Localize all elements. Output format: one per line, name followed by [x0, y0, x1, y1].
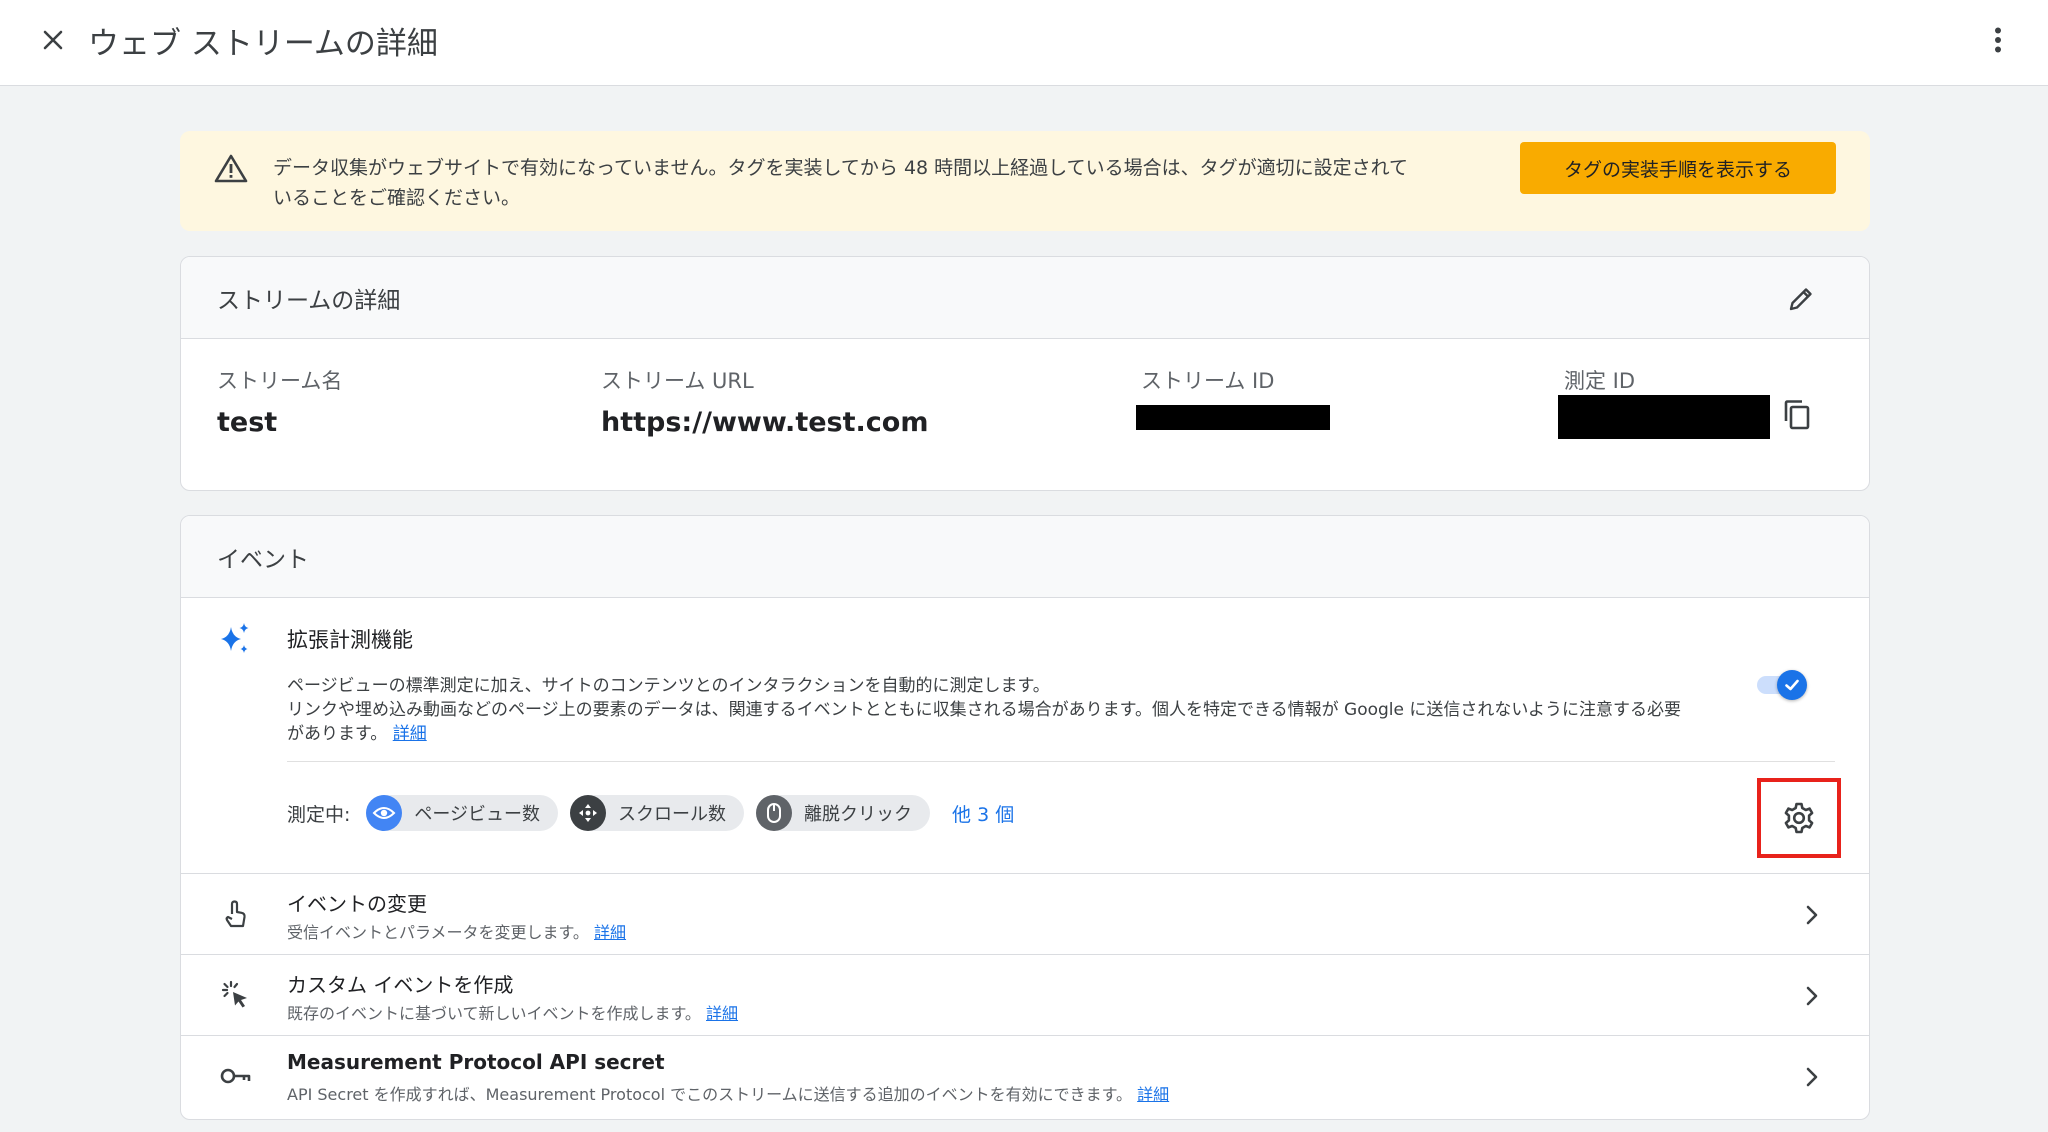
create-custom-event-subtitle: 既存のイベントに基づいて新しいイベントを作成します。 詳細 [287, 1000, 738, 1024]
stream-details-header: ストリームの詳細 [181, 257, 1869, 339]
enhanced-divider [287, 761, 1835, 762]
gear-icon [1784, 802, 1814, 834]
stream-name-value: test [217, 407, 278, 438]
click-cursor-icon [217, 977, 253, 1013]
modify-events-learn-more-link[interactable]: 詳細 [594, 923, 626, 942]
enhanced-measurement-title: 拡張計測機能 [287, 628, 413, 652]
check-icon [1785, 679, 1799, 691]
toggle-knob [1777, 670, 1807, 700]
measurement-protocol-learn-more-link[interactable]: 詳細 [1137, 1085, 1169, 1104]
events-header: イベント [181, 516, 1869, 598]
close-button[interactable] [36, 23, 70, 57]
stream-id-field: ストリーム ID [1141, 365, 1274, 395]
enhanced-measurement-description: ページビューの標準測定に加え、サイトのコンテンツとのインタラクションを自動的に測… [287, 674, 1869, 746]
enhanced-desc-line2: リンクや埋め込み動画などのページ上の要素のデータは、関連するイベントとともに収集… [287, 700, 1682, 720]
chip-outbound-clicks: 離脱クリック [756, 795, 931, 831]
enhanced-desc-line1: ページビューの標準測定に加え、サイトのコンテンツとのインタラクションを自動的に測… [287, 676, 1050, 696]
events-card: イベント 拡張計測機能 ページビューの標準測定に加え、サイトのコンテンツとのイン… [180, 515, 1870, 1120]
edit-stream-button[interactable] [1781, 279, 1821, 319]
warning-message-line2: いることをご確認ください。 [273, 187, 521, 209]
stream-name-field: ストリーム名 test [217, 365, 342, 438]
page-title: ウェブ ストリームの詳細 [88, 26, 438, 62]
modify-events-row[interactable]: イベントの変更 受信イベントとパラメータを変更します。 詳細 [181, 873, 1869, 954]
more-vert-icon [1995, 27, 2001, 53]
modify-events-title: イベントの変更 [287, 892, 427, 916]
chevron-right-icon [1797, 1059, 1827, 1095]
enhanced-measurement-toggle[interactable] [1753, 668, 1809, 700]
chip-page-views: ページビュー数 [366, 795, 559, 831]
create-custom-event-subtitle-text: 既存のイベントに基づいて新しいイベントを作成します。 [287, 1004, 701, 1023]
warning-message: データ収集がウェブサイトで有効になっていません。タグを実装してから 48 時間以… [273, 153, 1683, 213]
modify-events-subtitle: 受信イベントとパラメータを変更します。 詳細 [287, 919, 626, 943]
measurement-protocol-subtitle-text: API Secret を作成すれば、Measurement Protocol で… [287, 1085, 1133, 1104]
sparkle-icon [221, 623, 249, 653]
measurement-protocol-subtitle: API Secret を作成すれば、Measurement Protocol で… [287, 1081, 1169, 1105]
create-custom-event-row[interactable]: カスタム イベントを作成 既存のイベントに基づいて新しいイベントを作成します。 … [181, 954, 1869, 1035]
warning-icon [214, 154, 248, 183]
stream-name-label: ストリーム名 [217, 369, 343, 393]
touch-icon [217, 896, 253, 932]
measurement-protocol-title: Measurement Protocol API secret [287, 1050, 665, 1074]
scroll-move-icon [570, 795, 607, 831]
enhanced-settings-button[interactable] [1757, 778, 1841, 858]
show-tag-instructions-button[interactable]: タグの実装手順を表示する [1520, 142, 1836, 194]
key-icon [217, 1058, 253, 1094]
stream-url-field: ストリーム URL https://www.test.com [601, 365, 928, 438]
modify-events-subtitle-text: 受信イベントとパラメータを変更します。 [287, 923, 589, 942]
stream-details-card: ストリームの詳細 ストリーム名 test ストリーム URL https://w… [180, 256, 1870, 491]
stream-url-value: https://www.test.com [601, 407, 929, 438]
measurement-id-field: 測定 ID [1564, 365, 1635, 395]
enhanced-learn-more-link[interactable]: 詳細 [393, 724, 427, 744]
warning-banner: データ収集がウェブサイトで有効になっていません。タグを実装してから 48 時間以… [180, 131, 1870, 231]
stream-id-redacted [1136, 405, 1330, 430]
stream-url-label: ストリーム URL [601, 369, 754, 393]
chevron-right-icon [1797, 978, 1827, 1014]
chip-scrolls-label: スクロール数 [618, 804, 727, 825]
measurement-id-label: 測定 ID [1564, 369, 1636, 393]
chip-page-views-label: ページビュー数 [414, 804, 541, 825]
more-events-link[interactable]: 他 3 個 [952, 800, 1014, 827]
copy-measurement-id-button[interactable] [1777, 395, 1817, 435]
create-custom-event-title: カスタム イベントを作成 [287, 973, 514, 997]
mouse-icon [756, 795, 793, 831]
events-heading: イベント [217, 547, 309, 573]
measurement-protocol-row[interactable]: Measurement Protocol API secret API Secr… [181, 1035, 1869, 1116]
measuring-chips: 測定中: ページビュー数 スクロール数 離脱クリック 他 3 個 [287, 795, 1014, 831]
enhanced-desc-line3: があります。 [287, 724, 388, 744]
stream-id-label: ストリーム ID [1141, 369, 1275, 393]
pencil-icon [1789, 288, 1812, 311]
eye-icon [366, 795, 403, 831]
chip-scrolls: スクロール数 [570, 795, 745, 831]
top-bar: ウェブ ストリームの詳細 [0, 0, 2048, 86]
copy-icon [1784, 400, 1810, 430]
warning-message-line1: データ収集がウェブサイトで有効になっていません。タグを実装してから 48 時間以… [273, 157, 1409, 179]
chip-outbound-clicks-label: 離脱クリック [804, 804, 913, 825]
close-icon [43, 30, 63, 50]
measuring-label: 測定中: [287, 803, 351, 826]
measurement-id-redacted [1558, 395, 1770, 439]
create-custom-event-learn-more-link[interactable]: 詳細 [706, 1004, 738, 1023]
more-options-button[interactable] [1980, 20, 2016, 60]
chevron-right-icon [1797, 897, 1827, 933]
stream-details-heading: ストリームの詳細 [217, 288, 401, 314]
